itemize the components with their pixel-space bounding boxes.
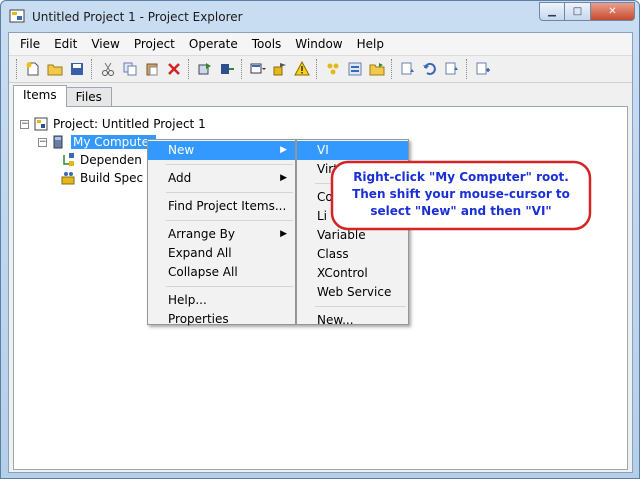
menu-separator [166,220,293,221]
ctx-item-expand-all[interactable]: Expand All [148,244,295,263]
callout-line-1: Right-click "My Computer" root. [353,170,569,184]
tab-files[interactable]: Files [65,87,112,107]
ctx-item-find-project-items[interactable]: Find Project Items... [148,197,295,216]
submenu-item-new[interactable]: New... [297,311,408,330]
folder-icon[interactable] [368,60,386,78]
window-title: Untitled Project 1 - Project Explorer [32,10,243,24]
submenu-item-xcontrol[interactable]: XControl [297,264,408,283]
tree-item-project[interactable]: − Project: Untitled Project 1 [20,115,206,133]
delete-icon[interactable] [165,60,183,78]
project-icon [9,9,25,23]
tree-item-build-specifications[interactable]: Build Spec [60,169,143,187]
undo-icon[interactable] [421,60,439,78]
ctx-item-arrange-by-label: Arrange By [168,227,235,241]
add-file-icon[interactable] [474,60,492,78]
toolbar [9,55,632,83]
menu-help[interactable]: Help [350,33,391,55]
toolbar-separator [241,59,244,79]
cut-down-icon[interactable] [399,60,417,78]
tree-item-project-label: Project: Untitled Project 1 [53,117,206,131]
dependencies-icon [60,152,76,168]
menu-separator [166,192,293,193]
tab-strip: Items Files [13,85,112,107]
toolbar-separator [316,59,319,79]
collapse-toggle[interactable]: − [20,119,29,129]
ctx-item-help[interactable]: Help... [148,291,295,310]
toolbar-separator [91,59,94,79]
warning-icon[interactable] [293,60,311,78]
title-bar[interactable]: Untitled Project 1 - Project Explorer ▁ … [1,1,639,31]
menu-tools[interactable]: Tools [245,33,289,55]
menu-window[interactable]: Window [288,33,349,55]
menu-project[interactable]: Project [127,33,182,55]
ctx-item-add-label: Add [168,171,192,185]
copy-icon[interactable] [121,60,139,78]
menu-view[interactable]: View [84,33,126,55]
project-node-icon [33,116,49,132]
menu-edit[interactable]: Edit [47,33,84,55]
submenu-item-class[interactable]: Class [297,245,408,264]
ctx-item-new-label: New [168,143,195,157]
tree-item-my-computer-label: My Computer [71,135,156,149]
close-button[interactable]: ✕ [591,2,635,21]
menu-separator [315,306,406,307]
project-icon[interactable] [271,60,289,78]
tree-item-my-computer[interactable]: − My Computer [38,133,156,151]
instruction-callout: Right-click "My Computer" root. Then shi… [330,160,592,231]
view-options-icon[interactable] [249,60,267,78]
submenu-arrow-icon: ▶ [280,229,287,239]
window-controls: ▁ □ ✕ [539,2,635,21]
cut-icon[interactable] [99,60,117,78]
tree-item-build-specifications-label: Build Spec [80,171,144,185]
toolbar-separator [466,59,469,79]
toolbar-separator [391,59,394,79]
new-icon[interactable] [24,60,42,78]
ctx-item-new[interactable]: New ▶ [148,141,295,160]
submenu-item-web-service[interactable]: Web Service [297,283,408,302]
open-folder-icon[interactable] [46,60,64,78]
toolbar-separator [188,59,191,79]
submenu-item-vi[interactable]: VI [297,141,408,160]
minimize-button[interactable]: ▁ [539,2,565,21]
tab-items[interactable]: Items [13,85,67,107]
callout-line-2: Then shift your mouse-cursor to [352,187,570,201]
maximize-icon: □ [572,6,583,17]
callout-text: Right-click "My Computer" root. Then shi… [330,169,592,220]
ctx-item-collapse-all[interactable]: Collapse All [148,263,295,282]
context-menu: New ▶ Add ▶ Find Project Items... Arrange … [147,139,296,326]
ctx-item-arrange-by[interactable]: Arrange By ▶ [148,225,295,244]
close-icon: ✕ [608,6,617,17]
expand-icon[interactable] [346,60,364,78]
tree-item-dependencies[interactable]: Dependen [60,151,142,169]
computer-icon [51,134,67,150]
toolbar-grip[interactable] [16,59,19,79]
collapse-icon[interactable] [324,60,342,78]
submenu-arrow-icon: ▶ [280,173,287,183]
menu-operate[interactable]: Operate [182,33,245,55]
paste-icon[interactable] [143,60,161,78]
menu-file[interactable]: File [13,33,47,55]
ctx-item-add[interactable]: Add ▶ [148,169,295,188]
menu-bar: File Edit View Project Operate Tools Win… [9,33,632,55]
submenu-arrow-icon: ▶ [280,145,287,155]
save-all-icon[interactable] [68,60,86,78]
maximize-button[interactable]: □ [565,2,591,21]
minimize-icon: ▁ [548,6,556,17]
collapse-toggle[interactable]: − [38,137,47,147]
build-icon[interactable] [196,60,214,78]
callout-line-3: select "New" and then "VI" [370,204,552,218]
menu-separator [166,164,293,165]
deploy-icon[interactable] [218,60,236,78]
build-specifications-icon [60,170,76,186]
redo-icon[interactable] [443,60,461,78]
tree-item-dependencies-label: Dependen [80,153,142,167]
menu-separator [166,286,293,287]
ctx-item-properties[interactable]: Properties [148,310,295,329]
